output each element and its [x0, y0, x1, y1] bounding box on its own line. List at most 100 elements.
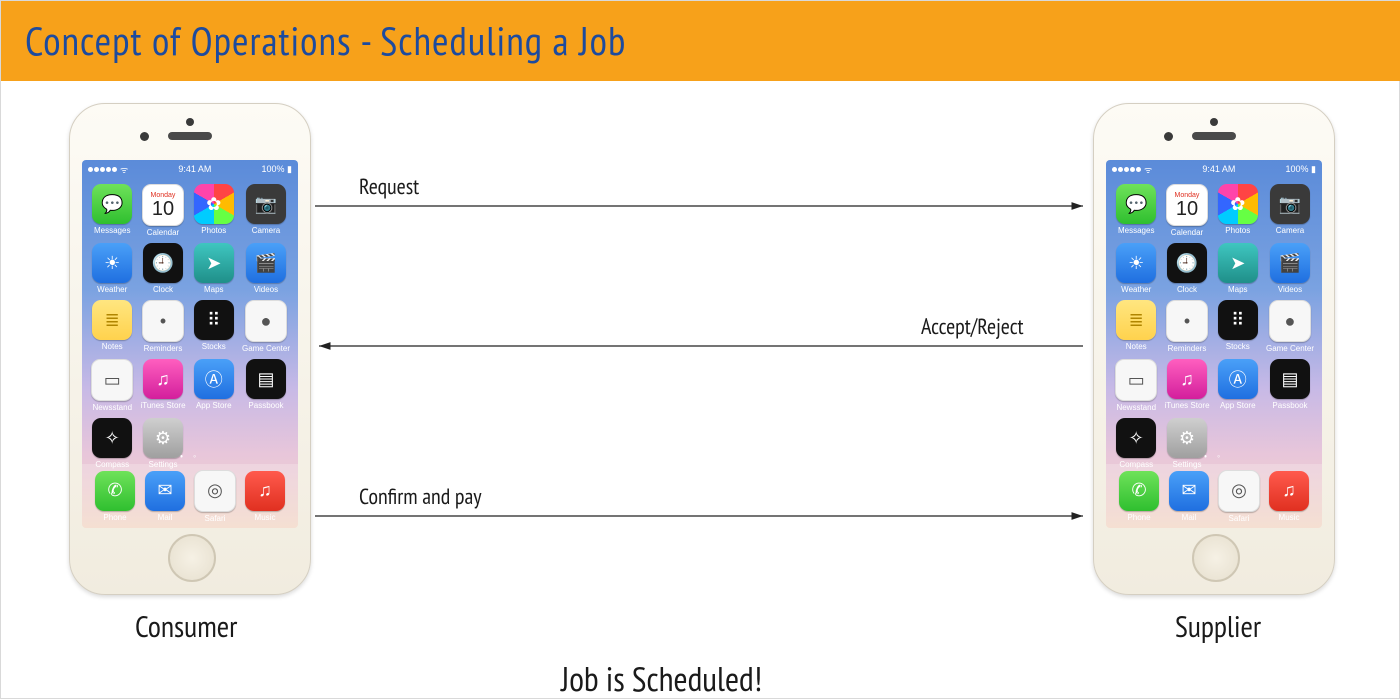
app-calendar[interactable]: Monday10Calendar — [140, 184, 185, 237]
status-bar: ᯤ 9:41 AM 100% ▮ — [82, 160, 298, 178]
app-reminders[interactable]: •Reminders — [1164, 300, 1209, 353]
app-safari[interactable]: ◎ Safari — [190, 470, 240, 523]
notes-icon: ≣ — [1116, 300, 1156, 340]
newsstand-icon: ▭ — [1115, 359, 1157, 401]
app-weather[interactable]: ☀ Weather — [1114, 243, 1158, 294]
app-store-icon: Ⓐ — [194, 359, 234, 399]
app-maps[interactable]: ➤Maps — [1216, 243, 1260, 294]
app-messages[interactable]: 💬Messages — [90, 184, 134, 237]
app-photos[interactable]: ✿Photos — [192, 184, 236, 237]
app-label: Game Center — [242, 344, 290, 353]
consumer-label: Consumer — [135, 607, 237, 646]
status-time: 9:41 AM — [1202, 164, 1235, 174]
app-label: iTunes Store — [1164, 401, 1209, 410]
app-label: App Store — [1220, 401, 1256, 410]
app-label: Maps — [204, 285, 224, 294]
app-newsstand[interactable]: ▭Newsstand — [1114, 359, 1158, 412]
app-itunes-store[interactable]: ♫ iTunes Store — [140, 359, 185, 412]
app-label: Weather — [97, 285, 127, 294]
passbook-icon: ▤ — [246, 359, 286, 399]
home-button[interactable] — [1192, 534, 1240, 582]
mail-icon: ✉ — [1169, 471, 1209, 511]
videos-icon: 🎬 — [1270, 243, 1310, 283]
app-game-center[interactable]: ●Game Center — [1266, 300, 1314, 353]
app-label: Mail — [1182, 513, 1197, 522]
app-stocks[interactable]: ⠿Stocks — [1216, 300, 1260, 353]
app-label: Safari — [205, 514, 226, 523]
app-stocks[interactable]: ⠿Stocks — [192, 300, 236, 353]
app-label: iTunes Store — [140, 401, 185, 410]
arrow-request — [315, 199, 1087, 213]
phone-sensor — [186, 118, 194, 126]
app-passbook[interactable]: ▤Passbook — [242, 359, 290, 412]
phone-screen: ᯤ 9:41 AM 100% ▮ 💬MessagesMonday10Calend… — [82, 160, 298, 528]
itunes-store-icon: ♫ — [1167, 359, 1207, 399]
clock-icon: 🕘 — [143, 243, 183, 283]
app-weather[interactable]: ☀Weather — [90, 243, 134, 294]
title-bar: Concept of Operations - Scheduling a Job — [1, 1, 1400, 81]
app-app-store[interactable]: ⒶApp Store — [192, 359, 236, 412]
calendar-icon: Monday10 — [142, 184, 184, 226]
app-passbook[interactable]: ▤Passbook — [1266, 359, 1314, 412]
app-notes[interactable]: ≣ Notes — [1114, 300, 1158, 353]
app-newsstand[interactable]: ▭Newsstand — [90, 359, 134, 412]
app-reminders[interactable]: •Reminders — [140, 300, 185, 353]
arrow-confirm — [315, 509, 1087, 523]
app-music[interactable]: ♫ Music — [1264, 471, 1314, 522]
wifi-icon: ᯤ — [120, 163, 128, 176]
signal-icon: ᯤ — [1112, 163, 1152, 176]
mail-icon: ✉ — [145, 471, 185, 511]
app-camera[interactable]: 📷Camera — [242, 184, 290, 237]
app-mail[interactable]: ✉ Mail — [1164, 471, 1214, 522]
app-label: Newsstand — [92, 403, 132, 412]
app-label: Reminders — [1168, 344, 1207, 353]
app-messages[interactable]: 💬Messages — [1114, 184, 1158, 237]
app-label: Music — [1279, 513, 1300, 522]
app-label: Clock — [1177, 285, 1197, 294]
app-music[interactable]: ♫ Music — [240, 471, 290, 522]
app-label: Mail — [158, 513, 173, 522]
app-phone[interactable]: ✆Phone — [90, 471, 140, 522]
app-label: Videos — [1278, 285, 1302, 294]
app-clock[interactable]: 🕘Clock — [1164, 243, 1209, 294]
music-icon: ♫ — [245, 471, 285, 511]
safari-icon: ◎ — [194, 470, 236, 512]
app-label: Reminders — [144, 344, 183, 353]
itunes-store-icon: ♫ — [143, 359, 183, 399]
game-center-icon: ● — [245, 300, 287, 342]
dock: ✆Phone✉ Mail ◎ Safari ♫ Music — [82, 464, 298, 528]
app-label: Music — [255, 513, 276, 522]
app-videos[interactable]: 🎬 Videos — [1266, 243, 1314, 294]
app-app-store[interactable]: ⒶApp Store — [1216, 359, 1260, 412]
app-maps[interactable]: ➤Maps — [192, 243, 236, 294]
app-mail[interactable]: ✉ Mail — [140, 471, 190, 522]
app-clock[interactable]: 🕘Clock — [140, 243, 185, 294]
phone-sensor — [1210, 118, 1218, 126]
app-label: Photos — [201, 226, 226, 235]
videos-icon: 🎬 — [246, 243, 286, 283]
app-videos[interactable]: 🎬Videos — [242, 243, 290, 294]
app-safari[interactable]: ◎Safari — [1214, 470, 1264, 523]
photos-icon: ✿ — [1218, 184, 1258, 224]
music-icon: ♫ — [1269, 471, 1309, 511]
app-phone[interactable]: ✆Phone — [1114, 471, 1164, 522]
app-calendar[interactable]: Monday10Calendar — [1164, 184, 1209, 237]
phone-icon: ✆ — [95, 471, 135, 511]
app-photos[interactable]: ✿Photos — [1216, 184, 1260, 237]
weather-icon: ☀ — [1116, 243, 1156, 283]
app-notes[interactable]: ≣Notes — [90, 300, 134, 353]
calendar-icon: Monday10 — [1166, 184, 1208, 226]
maps-icon: ➤ — [1218, 243, 1258, 283]
arrow-request-label: Request — [359, 173, 419, 201]
app-game-center[interactable]: ● Game Center — [242, 300, 290, 353]
app-itunes-store[interactable]: ♫ iTunes Store — [1164, 359, 1209, 412]
app-camera[interactable]: 📷Camera — [1266, 184, 1314, 237]
supplier-phone: ᯤ 9:41 AM 100% ▮ 💬MessagesMonday10Calend… — [1093, 103, 1335, 595]
slide: Concept of Operations - Scheduling a Job… — [0, 0, 1400, 699]
app-label: Weather — [1121, 285, 1151, 294]
notes-icon: ≣ — [92, 300, 132, 340]
app-label: Camera — [1276, 226, 1304, 235]
app-label: Notes — [1126, 342, 1147, 351]
safari-icon: ◎ — [1218, 470, 1260, 512]
home-button[interactable] — [168, 534, 216, 582]
